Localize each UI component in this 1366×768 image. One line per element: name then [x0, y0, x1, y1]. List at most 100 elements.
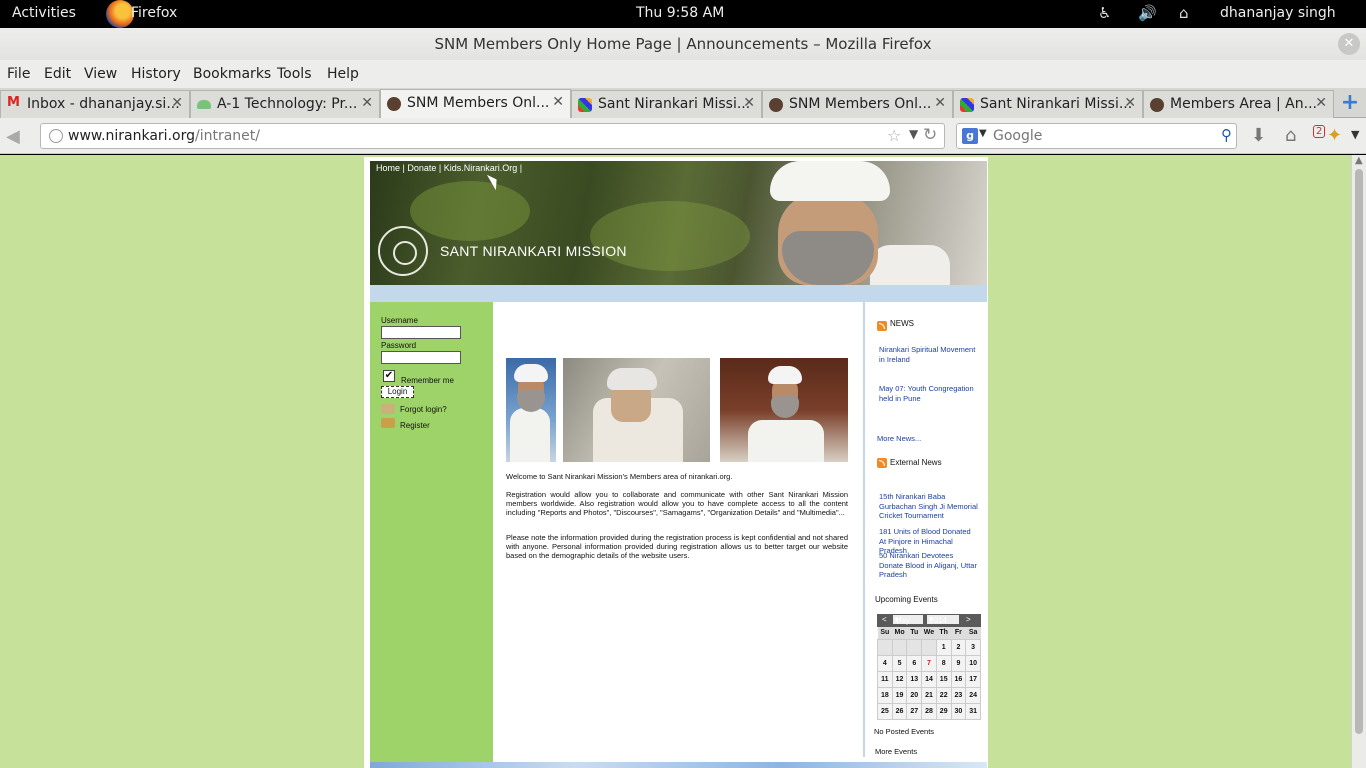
home-icon[interactable]: ⌂ [1285, 125, 1296, 146]
calendar-day[interactable]: 22 [935, 686, 952, 704]
tab-snm-members-active[interactable]: SNM Members Onl... ✕ [380, 89, 571, 118]
tab-inbox[interactable]: M Inbox - dhananjay.si... ✕ [0, 90, 190, 118]
calendar-day[interactable]: 25 [877, 702, 893, 720]
calendar-day[interactable]: 26 [891, 702, 908, 720]
addon-badge[interactable]: 2 [1313, 125, 1326, 138]
tab-a1-technology[interactable]: A-1 Technology: Pr... ✕ [190, 90, 380, 118]
user-menu[interactable]: dhananjay singh [1220, 5, 1336, 21]
calendar-day[interactable]: 30 [950, 702, 967, 720]
mission-logo-icon [378, 226, 428, 276]
calendar-day[interactable]: 8 [935, 654, 952, 672]
calendar-day[interactable]: 29 [935, 702, 952, 720]
external-news-item[interactable]: 15th Nirankari Baba Gurbachan Singh Ji M… [879, 492, 979, 521]
calendar-day[interactable]: 27 [906, 702, 923, 720]
calendar-next-button[interactable]: > [966, 615, 971, 624]
menu-history[interactable]: History [131, 66, 181, 82]
network-icon[interactable]: ⌂ [1179, 4, 1189, 22]
calendar-day[interactable]: 20 [906, 686, 923, 704]
menu-view[interactable]: View [84, 66, 117, 82]
calendar-day[interactable]: 15 [935, 670, 952, 688]
calendar-day[interactable]: 23 [950, 686, 967, 704]
vertical-scrollbar[interactable]: ▲ [1351, 155, 1366, 768]
activities-button[interactable]: Activities [12, 5, 76, 21]
calendar-day[interactable]: 12 [891, 670, 908, 688]
more-news-link[interactable]: More News... [877, 434, 977, 444]
calendar-day[interactable]: 7 [921, 654, 937, 672]
menu-edit[interactable]: Edit [44, 66, 71, 82]
app-menu[interactable]: Firefox [131, 5, 177, 21]
tab-sant-nirankari-2[interactable]: Sant Nirankari Missi... ✕ [953, 90, 1143, 118]
calendar-day[interactable]: 18 [877, 686, 893, 704]
calendar-day[interactable]: 10 [965, 654, 981, 672]
reload-icon[interactable]: ↻ [923, 125, 937, 145]
clock[interactable]: Thu 9:58 AM [636, 5, 724, 21]
register-link[interactable]: Register [400, 421, 430, 430]
calendar-day[interactable]: 9 [950, 654, 967, 672]
top-nav-links[interactable]: Home | Donate | Kids.Nirankari.Org | [376, 163, 522, 173]
calendar-day[interactable]: 28 [921, 702, 937, 720]
tab-label: SNM Members Onl... [789, 96, 932, 112]
menu-file[interactable]: File [7, 66, 30, 82]
calendar-day[interactable]: 2 [950, 638, 967, 656]
menu-bookmarks[interactable]: Bookmarks [193, 66, 271, 82]
calendar-day[interactable]: 11 [877, 670, 893, 688]
calendar-day[interactable]: 4 [877, 654, 893, 672]
search-engine-icon[interactable]: g [962, 128, 978, 144]
tab-close-icon[interactable]: ✕ [552, 94, 564, 110]
calendar-day[interactable]: 21 [921, 686, 937, 704]
calendar-day[interactable]: 5 [891, 654, 908, 672]
tab-snm-members-2[interactable]: SNM Members Onl... ✕ [762, 90, 953, 118]
calendar-day[interactable]: 6 [906, 654, 923, 672]
scrollbar-thumb[interactable] [1355, 169, 1363, 734]
tab-members-area[interactable]: Members Area | An... ✕ [1143, 90, 1334, 118]
accessibility-icon[interactable]: ♿ [1098, 4, 1111, 22]
menu-help[interactable]: Help [327, 66, 359, 82]
tab-close-icon[interactable]: ✕ [743, 95, 755, 111]
scroll-up-arrow-icon[interactable]: ▲ [1355, 155, 1363, 166]
calendar-day[interactable]: 31 [965, 702, 981, 720]
month-select[interactable]: May ▾ [893, 615, 923, 625]
calendar-day[interactable]: 24 [965, 686, 981, 704]
year-select[interactable]: 2014 ▾ [927, 615, 959, 625]
window-close-button[interactable]: ✕ [1338, 33, 1360, 55]
forgot-login-link[interactable]: Forgot login? [400, 405, 447, 414]
search-engine-dropdown-icon[interactable]: ▼ [979, 128, 987, 139]
calendar-day[interactable]: 16 [950, 670, 967, 688]
tab-close-icon[interactable]: ✕ [934, 95, 946, 111]
downloads-arrow-icon[interactable]: ⬇ [1251, 125, 1266, 146]
toolbar-menu-chevron-icon[interactable]: ▼ [1351, 128, 1359, 141]
url-bar[interactable]: www.nirankari.org/intranet/ ☆ ▼ ↻ [40, 123, 945, 149]
calendar-day[interactable]: 1 [935, 638, 952, 656]
username-field[interactable] [381, 326, 461, 339]
search-box[interactable]: g ▼ ⚲ [956, 123, 1237, 149]
calendar-prev-button[interactable]: < [882, 615, 887, 624]
tab-close-icon[interactable]: ✕ [171, 95, 183, 111]
search-input[interactable] [993, 127, 1203, 145]
password-field[interactable] [381, 351, 461, 364]
login-button[interactable]: Login [381, 386, 414, 398]
calendar-day[interactable]: 3 [965, 638, 981, 656]
bookmark-star-icon[interactable]: ☆ [887, 126, 901, 145]
new-tab-plus-icon[interactable]: + [1338, 92, 1362, 116]
volume-icon[interactable]: 🔊 [1138, 4, 1157, 22]
calendar-day[interactable]: 14 [921, 670, 937, 688]
calendar-day[interactable]: 17 [965, 670, 981, 688]
news-item[interactable]: May 07: Youth Congregation held in Pune [879, 384, 979, 403]
tab-close-icon[interactable]: ✕ [361, 95, 373, 111]
calendar-day[interactable]: 13 [906, 670, 923, 688]
menu-tools[interactable]: Tools [277, 66, 312, 82]
tab-close-icon[interactable]: ✕ [1315, 95, 1327, 111]
tab-sant-nirankari[interactable]: Sant Nirankari Missi... ✕ [571, 90, 762, 118]
more-events-link[interactable]: More Events [875, 747, 917, 756]
news-item[interactable]: Nirankari Spiritual Movement in Ireland [879, 345, 979, 364]
login-sidebar: Username Password ✔ Remember me Login Fo… [370, 302, 493, 762]
addon-icon[interactable]: ✦ [1327, 125, 1342, 146]
back-arrow-icon[interactable]: ◀ [6, 126, 20, 147]
external-news-item[interactable]: 50 Nirankari Devotees Donate Blood in Al… [879, 551, 979, 580]
tab-close-icon[interactable]: ✕ [1124, 95, 1136, 111]
search-magnifier-icon[interactable]: ⚲ [1221, 126, 1232, 144]
remember-me-checkbox[interactable]: ✔ [383, 370, 395, 382]
url-history-dropdown-icon[interactable]: ▼ [909, 127, 918, 141]
url-text[interactable]: www.nirankari.org/intranet/ [68, 128, 260, 144]
calendar-day[interactable]: 19 [891, 686, 908, 704]
